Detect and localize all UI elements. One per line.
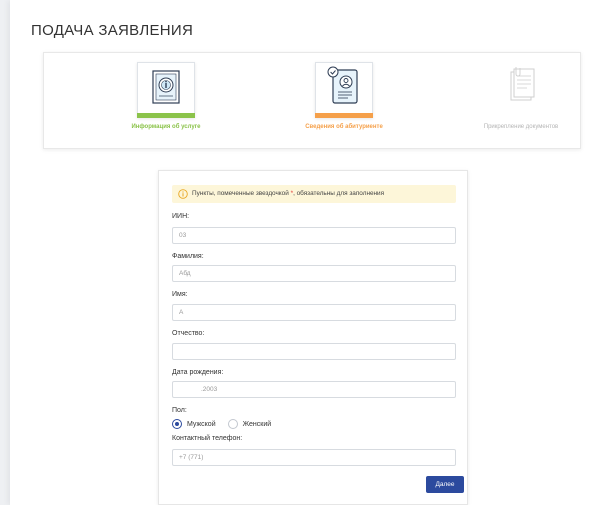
phone-label: Контактный телефон: (172, 435, 243, 442)
patronymic-field[interactable] (172, 343, 456, 360)
iin-field[interactable]: 03 (172, 227, 456, 244)
step-label: Информация об услуге (131, 124, 201, 130)
lastname-label: Фамилия: (172, 253, 204, 260)
applicant-form: Пункты, помеченные звездочкой *, обязате… (158, 170, 468, 505)
gender-option-label: Женский (242, 420, 272, 428)
birthdate-field[interactable]: .2003 (172, 381, 456, 398)
page-title: ПОДАЧА ЗАЯВЛЕНИЯ (31, 22, 194, 39)
steps-progress: Информация об услуге Сведения об абитури… (43, 52, 581, 149)
notice-text-end: , обязательны для заполнения (293, 190, 385, 197)
step-thumbnail (137, 62, 195, 118)
info-circle-icon (178, 189, 188, 199)
gender-option-male[interactable]: Мужской (172, 419, 216, 429)
gender-option-label: Мужской (187, 420, 216, 428)
application-page: ПОДАЧА ЗАЯВЛЕНИЯ Информация об услуге Св… (10, 0, 606, 505)
gender-option-female[interactable]: Женский (227, 419, 272, 429)
gender-label: Пол: (172, 407, 187, 414)
notice-text-start: Пункты, помеченные звездочкой (192, 190, 291, 197)
step-applicant-info[interactable]: Сведения об абитуриенте (294, 62, 394, 131)
info-document-icon (152, 70, 180, 104)
applicant-profile-icon (327, 66, 358, 104)
phone-field[interactable]: +7 (771) (172, 449, 456, 466)
iin-label: ИИН: (172, 213, 190, 220)
step-service-info[interactable]: Информация об услуге (116, 62, 216, 131)
step-status-bar (137, 113, 195, 118)
step-attach-documents[interactable]: Прикрепление документов (471, 62, 571, 131)
step-status-bar (315, 113, 373, 118)
attach-documents-icon (510, 67, 535, 101)
firstname-field[interactable]: А (172, 304, 456, 321)
firstname-label: Имя: (172, 291, 188, 298)
birthdate-label: Дата рождения: (172, 369, 224, 376)
step-label: Прикрепление документов (483, 124, 559, 130)
required-fields-notice: Пункты, помеченные звездочкой *, обязате… (172, 185, 456, 203)
patronymic-label: Отчество: (172, 330, 205, 337)
step-thumbnail (315, 62, 373, 118)
radio-male[interactable] (172, 419, 182, 429)
step-label: Сведения об абитуриенте (305, 124, 383, 130)
radio-female[interactable] (227, 419, 238, 429)
next-button[interactable]: Далее (426, 476, 464, 493)
lastname-field[interactable]: Абд (172, 265, 456, 282)
step-thumbnail (492, 62, 550, 118)
gender-radio-group: Мужской Женский (172, 418, 283, 430)
